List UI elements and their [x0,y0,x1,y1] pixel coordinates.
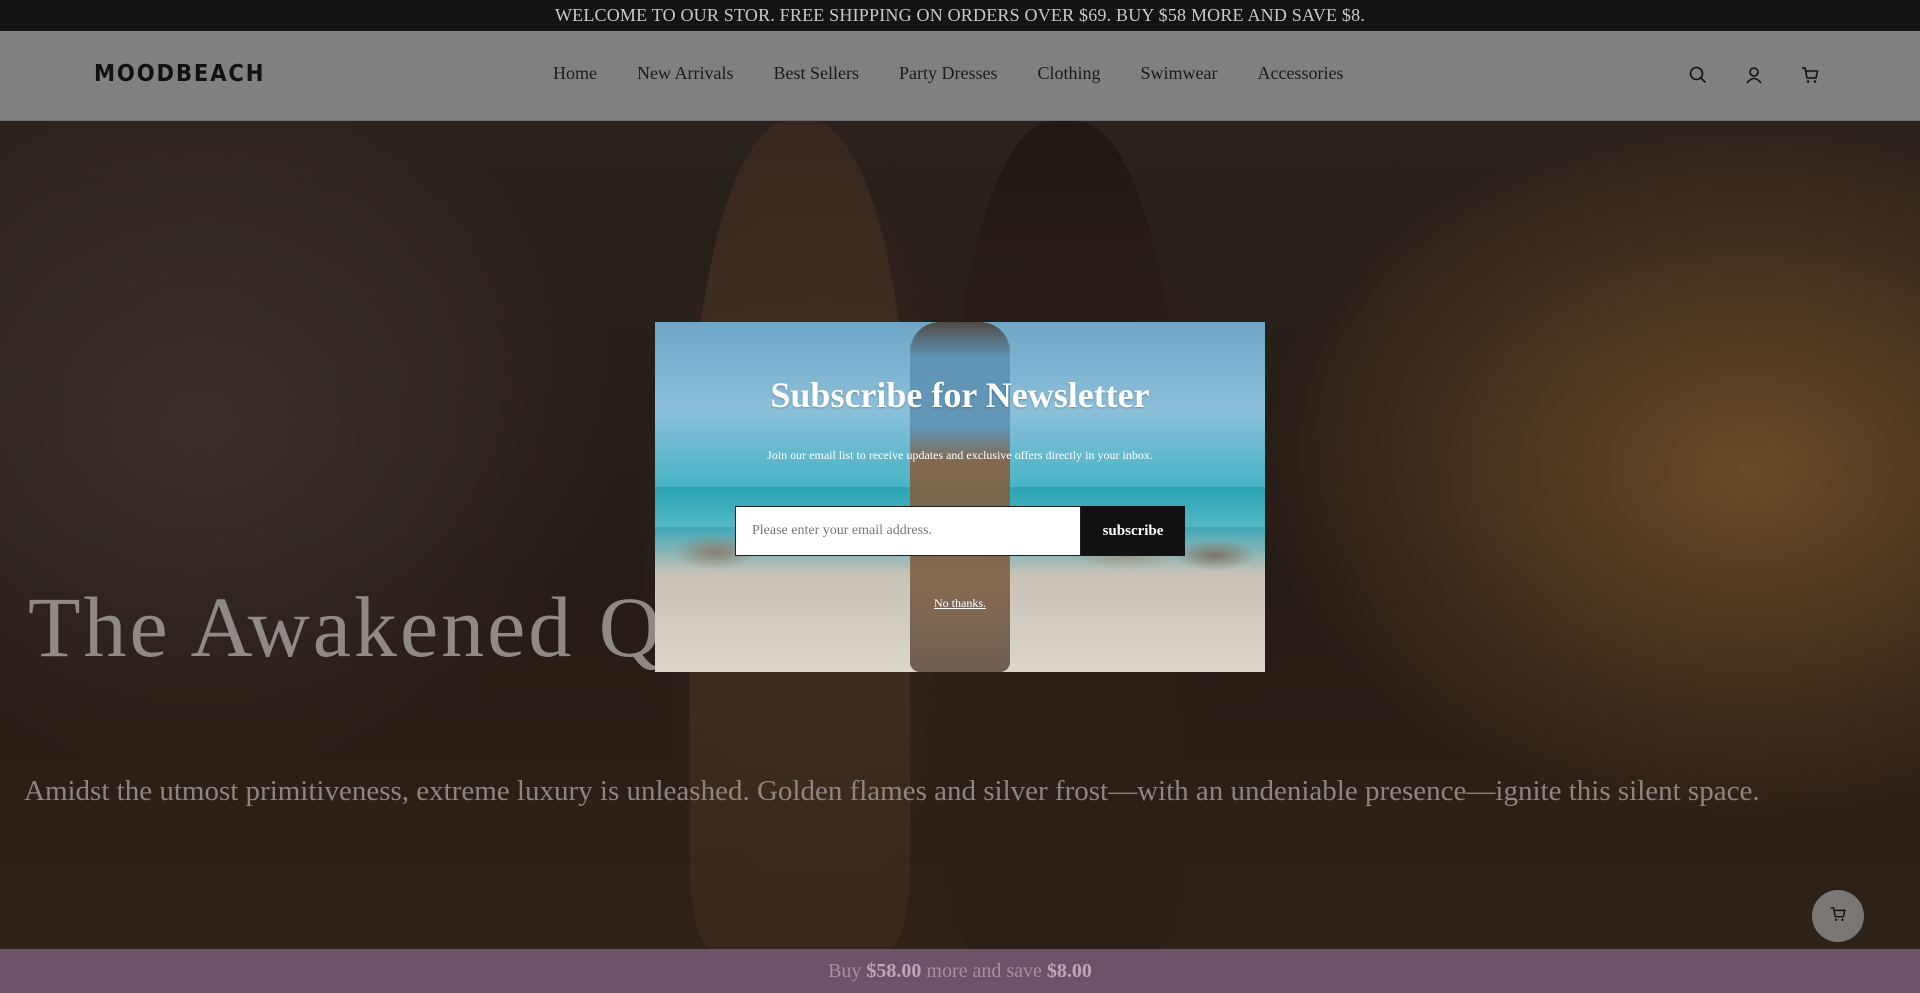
nav-swimwear[interactable]: Swimwear [1140,63,1217,84]
cart-icon[interactable] [1800,65,1820,85]
newsletter-title: Subscribe for Newsletter [770,375,1150,415]
newsletter-modal: Subscribe for Newsletter Join our email … [655,322,1265,672]
newsletter-description: Join our email list to receive updates a… [767,448,1153,462]
subscribe-button[interactable]: subscribe [1081,506,1185,556]
main-nav: Home New Arrivals Best Sellers Party Dre… [553,63,1383,84]
site-header: MOODBEACH Home New Arrivals Best Sellers… [0,31,1920,121]
site-logo[interactable]: MOODBEACH [94,61,265,87]
no-thanks-link[interactable]: No thanks. [655,596,1265,611]
modal-content: Subscribe for Newsletter Join our email … [655,322,1265,672]
account-icon[interactable] [1744,65,1764,85]
nav-accessories[interactable]: Accessories [1257,63,1343,84]
header-icons [1688,65,1820,85]
nav-best-sellers[interactable]: Best Sellers [773,63,859,84]
promo-prefix: Buy [828,959,862,982]
announcement-bar: WELCOME TO OUR STOR. FREE SHIPPING ON OR… [0,0,1920,31]
announcement-text: WELCOME TO OUR STOR. FREE SHIPPING ON OR… [554,5,1366,25]
search-icon[interactable] [1688,65,1708,85]
cart-icon [1829,905,1847,928]
nav-new-arrivals[interactable]: New Arrivals [637,63,733,84]
bottom-promo-bar: Buy $58.00 more and save $8.00 [0,949,1920,993]
promo-amount-save: $8.00 [1046,959,1092,982]
nav-clothing[interactable]: Clothing [1037,63,1100,84]
nav-party-dresses[interactable]: Party Dresses [899,63,997,84]
floating-cart-button[interactable] [1812,890,1864,942]
hero-subtitle: Amidst the utmost primitiveness, extreme… [24,775,1760,807]
promo-amount-spend: $58.00 [866,959,922,982]
email-input[interactable] [735,506,1081,556]
hero-title: The Awakened Q [28,579,664,675]
nav-home[interactable]: Home [553,63,597,84]
promo-middle: more and save [926,959,1042,982]
newsletter-form: subscribe [735,506,1185,556]
